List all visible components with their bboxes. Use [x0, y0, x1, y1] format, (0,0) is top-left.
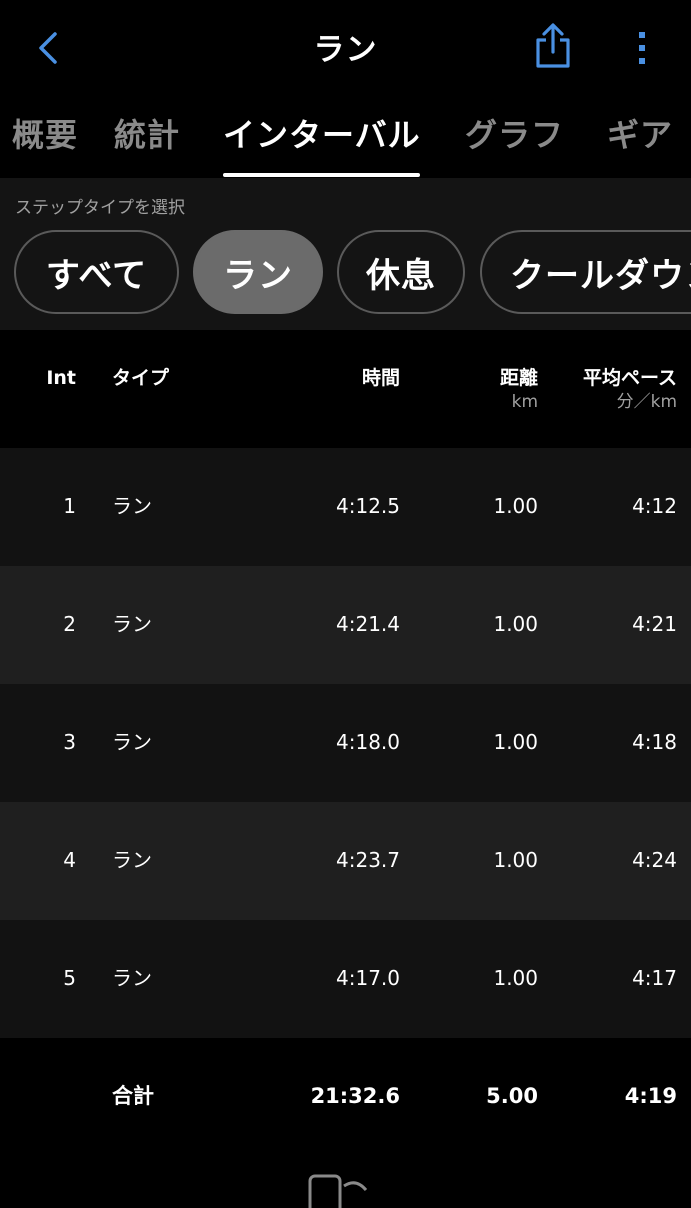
cell-pace: 4:21 [632, 612, 677, 636]
header-distance: 距離 km [420, 366, 538, 414]
table-row[interactable]: 1 ラン 4:12.5 1.00 4:12 [0, 448, 691, 566]
cell-pace: 4:12 [632, 494, 677, 518]
cell-type: ラン [112, 848, 152, 872]
cell-distance: 1.00 [493, 966, 538, 990]
chip-cooldown[interactable]: クールダウン [480, 230, 691, 314]
tab-gear[interactable]: ギア [607, 110, 673, 156]
share-button[interactable] [530, 20, 576, 72]
cell-int: 1 [63, 494, 76, 518]
share-icon [536, 23, 570, 68]
header-distance-label: 距離 [499, 367, 538, 389]
chip-run[interactable]: ラン [193, 230, 323, 314]
filter-label: ステップタイプを選択 [15, 198, 185, 218]
more-vertical-icon [639, 32, 645, 64]
cell-distance: 1.00 [493, 612, 538, 636]
cell-int: 2 [63, 612, 76, 636]
cell-type: ラン [112, 730, 152, 754]
table-total-row: 合計 21:32.6 5.00 4:19 [0, 1038, 691, 1156]
chip-label: ラン [223, 255, 293, 296]
header-int: Int [46, 367, 76, 389]
cell-distance: 1.00 [493, 730, 538, 754]
tab-stats[interactable]: 統計 [114, 110, 180, 156]
cell-time: 4:21.4 [336, 612, 400, 636]
chip-label: クールダウン [510, 255, 691, 296]
header-pace-unit: 分／km [616, 392, 677, 412]
cell-type: ラン [112, 966, 152, 990]
top-navigation-bar: ラン [0, 0, 691, 95]
total-distance: 5.00 [486, 1084, 538, 1108]
table-row[interactable]: 4 ラン 4:23.7 1.00 4:24 [0, 802, 691, 920]
chip-label: すべて [45, 255, 148, 296]
table-header: Int タイプ 時間 距離 km 平均ペース 分／km [0, 330, 691, 448]
phone-sync-icon [308, 1174, 368, 1208]
header-pace-label: 平均ペース [582, 367, 677, 389]
chip-rest[interactable]: 休息 [337, 230, 465, 314]
table-row[interactable]: 2 ラン 4:21.4 1.00 4:21 [0, 566, 691, 684]
cell-time: 4:23.7 [336, 848, 400, 872]
cell-pace: 4:18 [632, 730, 677, 754]
cell-int: 3 [63, 730, 76, 754]
cell-type: ラン [112, 612, 152, 636]
table-row[interactable]: 5 ラン 4:17.0 1.00 4:17 [0, 920, 691, 1038]
tab-graphs[interactable]: グラフ [465, 110, 564, 156]
intervals-table: Int タイプ 時間 距離 km 平均ペース 分／km 1 ラン 4:12.5 … [0, 330, 691, 1156]
step-type-filter: ステップタイプを選択 すべて ラン 休息 クールダウン [0, 178, 691, 330]
chip-label: 休息 [366, 255, 436, 296]
table-row[interactable]: 3 ラン 4:18.0 1.00 4:18 [0, 684, 691, 802]
tab-intervals[interactable]: インターバル [223, 110, 421, 156]
cell-time: 4:18.0 [336, 730, 400, 754]
cell-time: 4:12.5 [336, 494, 400, 518]
tab-bar: 概要 統計 インターバル グラフ ギア [0, 100, 691, 180]
cell-pace: 4:24 [632, 848, 677, 872]
page-title: ラン [313, 32, 378, 68]
cell-int: 5 [63, 966, 76, 990]
cell-pace: 4:17 [632, 966, 677, 990]
header-type: タイプ [112, 367, 170, 389]
more-options-button[interactable] [625, 24, 659, 72]
cell-type: ラン [112, 494, 152, 518]
chip-all[interactable]: すべて [14, 230, 179, 314]
active-tab-indicator [223, 173, 420, 177]
cell-distance: 1.00 [493, 494, 538, 518]
header-distance-unit: km [511, 392, 538, 412]
total-time: 21:32.6 [310, 1084, 400, 1108]
cell-int: 4 [63, 848, 76, 872]
cell-distance: 1.00 [493, 848, 538, 872]
cell-time: 4:17.0 [336, 966, 400, 990]
total-label: 合計 [112, 1084, 154, 1108]
total-pace: 4:19 [624, 1084, 677, 1108]
tab-overview[interactable]: 概要 [12, 110, 78, 156]
header-time: 時間 [361, 367, 400, 389]
header-pace: 平均ペース 分／km [540, 366, 677, 414]
